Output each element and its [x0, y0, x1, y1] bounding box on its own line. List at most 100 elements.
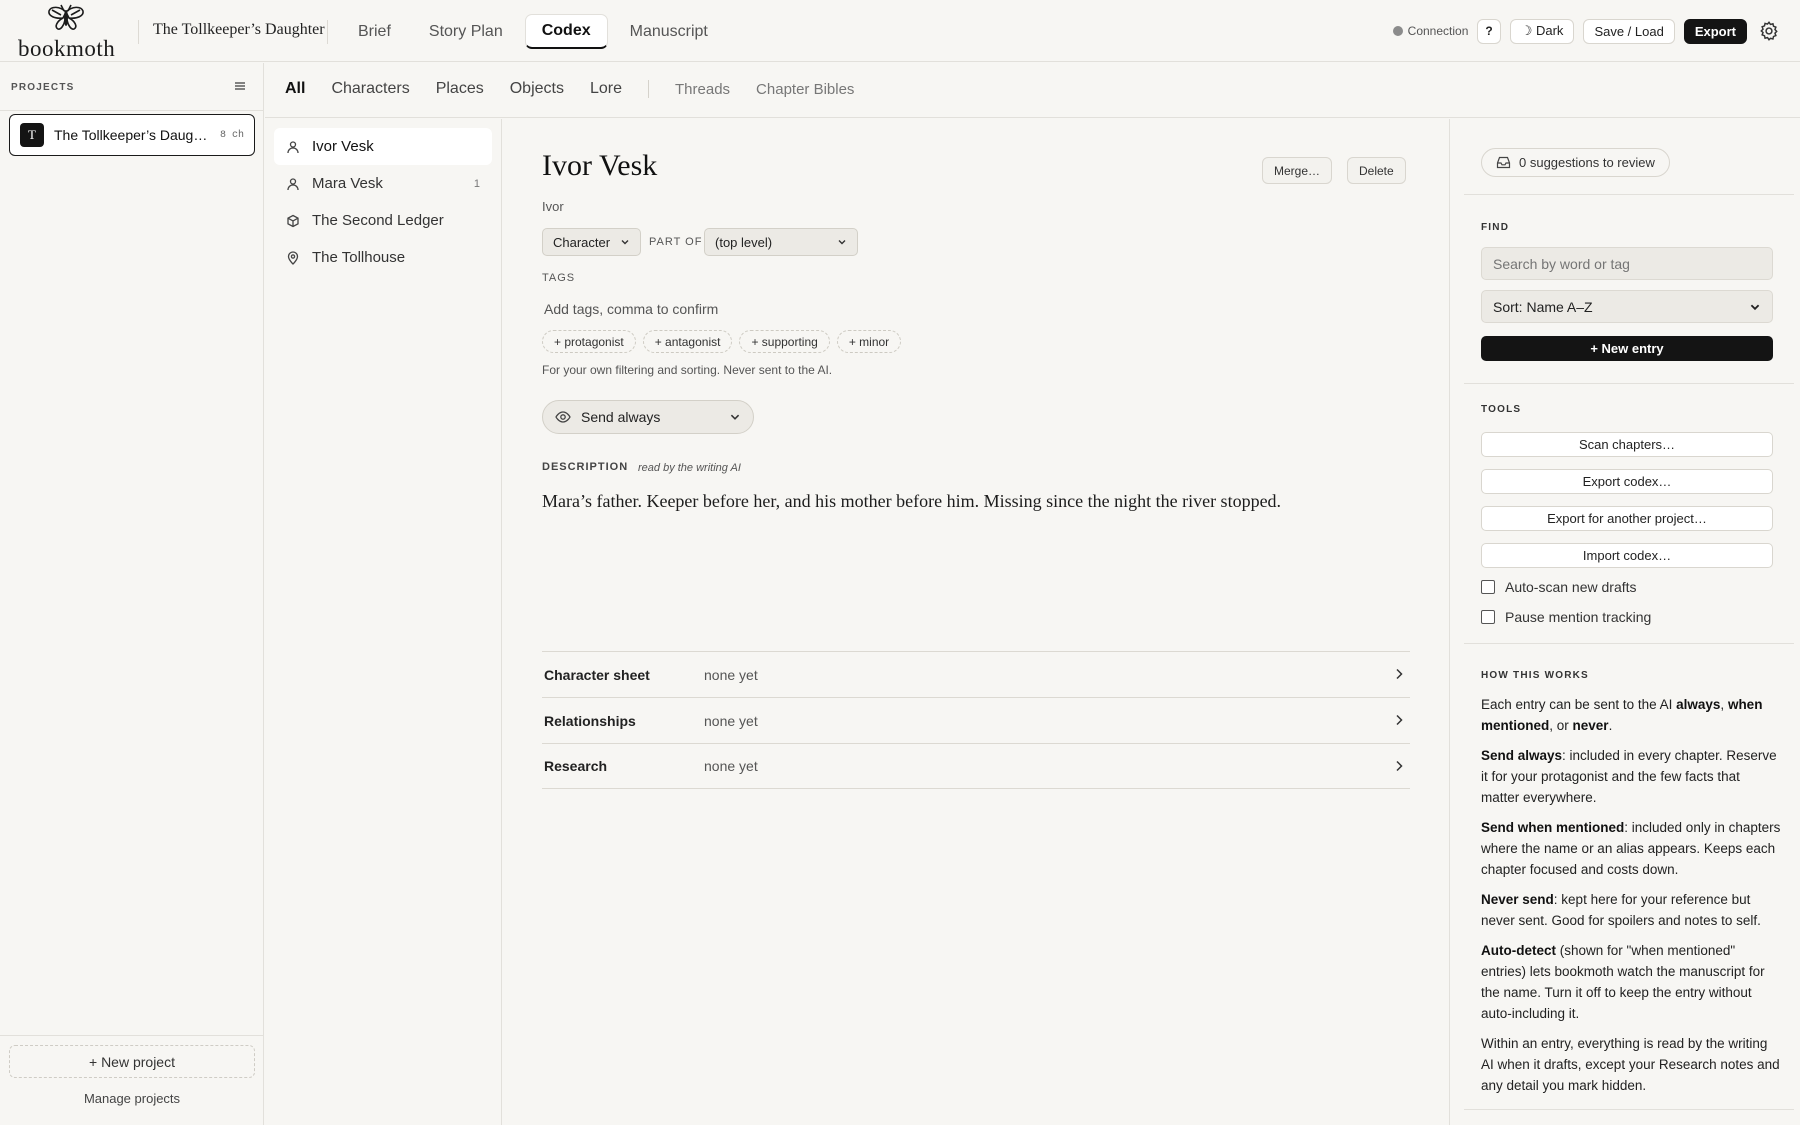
list-item[interactable]: The Tollhouse: [274, 239, 492, 276]
moth-icon: [48, 4, 84, 30]
projects-sidebar: PROJECTS T The Tollkeeper’s Daughter 8 c…: [0, 63, 264, 1125]
entry-name: The Second Ledger: [312, 212, 444, 229]
divider: [0, 1035, 264, 1036]
section-relationships[interactable]: Relationships none yet: [542, 697, 1410, 743]
auto-scan-label: Auto-scan new drafts: [1505, 579, 1637, 595]
checkbox[interactable]: [1481, 610, 1495, 624]
divider: [327, 20, 328, 44]
project-name: The Tollkeeper’s Daughter: [54, 127, 210, 143]
section-character-sheet[interactable]: Character sheet none yet: [542, 651, 1410, 697]
divider: [648, 80, 650, 98]
how-this-works-text: Each entry can be sent to the AI always,…: [1481, 694, 1781, 1105]
suggestions-button[interactable]: 0 suggestions to review: [1481, 148, 1670, 177]
type-value: Character: [553, 234, 611, 250]
divider: [1464, 194, 1794, 195]
project-card[interactable]: T The Tollkeeper’s Daughter 8 ch: [9, 114, 255, 156]
tag-chip-minor[interactable]: + minor: [836, 330, 902, 353]
how-paragraph: Auto-detect (shown for "when mentioned" …: [1481, 943, 1765, 1021]
how-paragraph: Send always: included in every chapter. …: [1481, 748, 1777, 805]
divider: [1464, 383, 1794, 384]
divider: [1464, 643, 1794, 644]
manage-projects-link[interactable]: Manage projects: [0, 1091, 264, 1106]
part-of-select[interactable]: (top level): [704, 228, 858, 256]
new-entry-button[interactable]: + New entry: [1481, 336, 1773, 361]
send-mode-select[interactable]: Send always: [542, 400, 754, 434]
codex-side-panel: 0 suggestions to review FIND Sort: Name …: [1449, 119, 1800, 1125]
help-button[interactable]: ?: [1477, 18, 1501, 44]
divider: [138, 20, 139, 44]
tab-manuscript[interactable]: Manuscript: [614, 14, 724, 49]
delete-button[interactable]: Delete: [1347, 157, 1406, 184]
type-select[interactable]: Character: [542, 228, 641, 256]
top-actions: Connection ? ☽ Dark Save / Load Export: [1392, 18, 1782, 44]
chevron-down-icon: [730, 414, 740, 420]
merge-button[interactable]: Merge…: [1262, 157, 1333, 184]
person-icon: [287, 177, 299, 190]
cube-icon: [287, 214, 299, 227]
mention-count: 1: [473, 177, 480, 190]
export-codex-button[interactable]: Export codex…: [1481, 469, 1773, 494]
how-paragraph: Send when mentioned: included only in ch…: [1481, 820, 1781, 877]
list-item[interactable]: Mara Vesk 1: [274, 165, 492, 202]
status-dot-icon: [1392, 26, 1403, 36]
export-button[interactable]: Export: [1683, 18, 1747, 44]
part-of-value: (top level): [715, 234, 773, 250]
description-sublabel: read by the writing AI: [638, 462, 741, 474]
section-title: Character sheet: [544, 666, 650, 683]
filter-characters[interactable]: Characters: [331, 80, 409, 98]
how-paragraph: Within an entry, everything is read by t…: [1481, 1036, 1780, 1093]
tags-input[interactable]: Add tags, comma to confirm: [544, 301, 718, 317]
pause-tracking-checkbox[interactable]: Pause mention tracking: [1481, 609, 1651, 625]
section-title: Relationships: [544, 712, 636, 729]
how-paragraph: Each entry can be sent to the AI always,…: [1481, 697, 1763, 733]
sort-select[interactable]: Sort: Name A–Z: [1481, 290, 1773, 323]
filter-places[interactable]: Places: [436, 80, 484, 98]
alias-field[interactable]: Ivor: [542, 199, 564, 214]
chapter-count: 8 ch: [219, 129, 244, 141]
filter-objects[interactable]: Objects: [510, 80, 564, 98]
checkbox[interactable]: [1481, 580, 1495, 594]
part-of-label: PART OF: [649, 236, 703, 248]
list-item[interactable]: Ivor Vesk: [274, 128, 492, 165]
new-project-button[interactable]: + New project: [9, 1045, 255, 1078]
dark-mode-button[interactable]: ☽ Dark: [1509, 18, 1575, 44]
filter-all[interactable]: All: [285, 80, 305, 98]
gear-icon: [1760, 21, 1778, 41]
tab-codex[interactable]: Codex: [524, 14, 608, 49]
search-input[interactable]: [1481, 247, 1773, 280]
menu-icon[interactable]: [233, 79, 247, 93]
list-item[interactable]: The Second Ledger: [274, 202, 492, 239]
chevron-down-icon: [1750, 304, 1760, 310]
scan-chapters-button[interactable]: Scan chapters…: [1481, 432, 1773, 457]
entry-editor: Ivor Vesk Merge… Delete Ivor Character P…: [503, 119, 1448, 1125]
filter-threads[interactable]: Threads: [675, 81, 730, 98]
divider: [0, 110, 264, 111]
main-nav: Brief Story Plan Codex Manuscript: [342, 14, 724, 49]
project-title: The Tollkeeper’s Daughter: [153, 21, 325, 38]
tag-chip-antagonist[interactable]: + antagonist: [642, 330, 733, 353]
entry-name: The Tollhouse: [312, 249, 406, 266]
settings-button[interactable]: [1756, 18, 1782, 44]
chevron-right-icon: [1396, 760, 1403, 772]
filter-chapter-bibles[interactable]: Chapter Bibles: [756, 81, 854, 98]
tab-story-plan[interactable]: Story Plan: [413, 14, 519, 49]
import-codex-button[interactable]: Import codex…: [1481, 543, 1773, 568]
entry-title[interactable]: Ivor Vesk: [542, 149, 657, 183]
tag-chip-protagonist[interactable]: + protagonist: [542, 330, 636, 353]
tab-brief[interactable]: Brief: [342, 14, 407, 49]
section-title: Research: [544, 758, 608, 774]
section-value: none yet: [704, 666, 758, 683]
description-text[interactable]: Mara’s father. Keeper before her, and hi…: [542, 491, 1281, 512]
connection-status[interactable]: Connection: [1392, 24, 1468, 38]
send-mode-value: Send always: [581, 409, 661, 425]
section-research[interactable]: Research none yet: [542, 743, 1410, 789]
filter-lore[interactable]: Lore: [590, 80, 622, 98]
export-other-project-button[interactable]: Export for another project…: [1481, 506, 1773, 531]
app-logo[interactable]: bookmoth: [16, 4, 118, 61]
tag-chip-supporting[interactable]: + supporting: [739, 330, 830, 353]
auto-scan-checkbox[interactable]: Auto-scan new drafts: [1481, 579, 1637, 595]
sort-value: Sort: Name A–Z: [1493, 298, 1593, 315]
entry-name: Ivor Vesk: [312, 138, 374, 155]
suggestions-label: 0 suggestions to review: [1519, 155, 1655, 170]
save-load-button[interactable]: Save / Load: [1583, 18, 1675, 44]
